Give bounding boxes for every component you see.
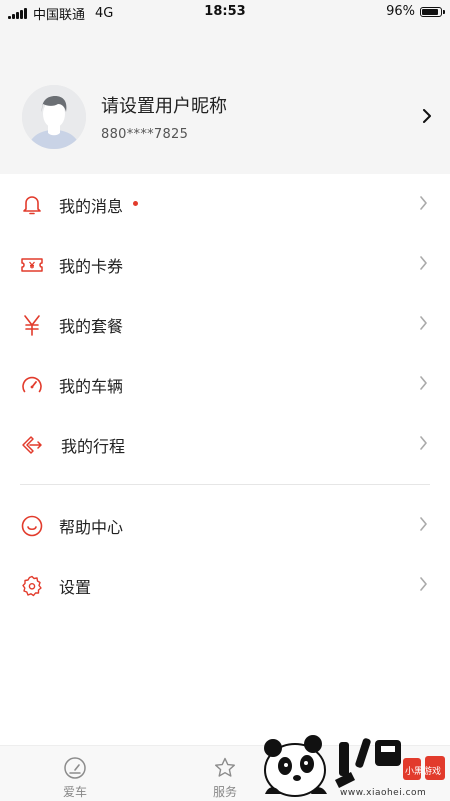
watermark-brand: 小黑游戏 bbox=[405, 765, 441, 777]
route-icon bbox=[22, 436, 42, 454]
smile-icon bbox=[21, 515, 43, 537]
menu-item-label: 我的行程 bbox=[61, 437, 126, 456]
bell-icon bbox=[23, 196, 41, 215]
chevron-right-icon bbox=[420, 316, 427, 330]
battery-icon bbox=[420, 6, 445, 17]
menu-item-vehicles[interactable]: 我的车辆 bbox=[0, 354, 450, 412]
battery-level bbox=[422, 8, 438, 15]
tab-car[interactable]: 爱车 bbox=[30, 746, 120, 801]
chevron-right-icon bbox=[420, 196, 427, 210]
menu-item-plans[interactable]: 我的套餐 bbox=[0, 294, 450, 352]
chevron-right-icon bbox=[420, 256, 427, 270]
status-bar: 中国联通 4G 18:53 96% bbox=[0, 0, 450, 24]
status-right: 96% bbox=[386, 4, 445, 19]
status-time: 18:53 bbox=[204, 4, 246, 19]
chevron-right-icon bbox=[420, 436, 427, 450]
menu-item-label: 我的卡券 bbox=[59, 257, 124, 276]
menu-item-label: 我的车辆 bbox=[59, 377, 124, 396]
section-divider bbox=[20, 484, 430, 485]
chevron-right-icon bbox=[420, 376, 427, 390]
menu-item-label: 设置 bbox=[59, 578, 92, 597]
ticket-icon bbox=[21, 258, 43, 272]
menu-item-settings[interactable]: 设置 bbox=[0, 555, 450, 613]
chevron-right-icon[interactable] bbox=[422, 109, 432, 123]
nickname-label[interactable]: 请设置用户昵称 bbox=[101, 92, 227, 118]
menu-item-messages[interactable]: 我的消息 bbox=[0, 174, 450, 232]
menu-item-coupons[interactable]: 我的卡券 bbox=[0, 234, 450, 292]
tab-label: 爱车 bbox=[62, 785, 87, 799]
menu-item-label: 帮助中心 bbox=[59, 518, 124, 537]
chevron-right-icon bbox=[420, 577, 427, 591]
chevron-right-icon bbox=[420, 517, 427, 531]
watermark-url: www.xiaohei.com bbox=[340, 788, 427, 798]
unread-badge bbox=[133, 201, 138, 206]
speedometer-icon bbox=[22, 376, 42, 393]
menu-item-label: 我的消息 bbox=[59, 197, 124, 216]
menu-item-trips[interactable]: 我的行程 bbox=[0, 414, 450, 472]
star-icon bbox=[215, 757, 235, 777]
gauge-icon bbox=[64, 757, 86, 779]
default-avatar-icon bbox=[22, 85, 86, 149]
phone-number: 880****7825 bbox=[101, 127, 189, 142]
avatar[interactable] bbox=[22, 85, 86, 149]
yen-icon bbox=[24, 315, 40, 336]
gear-icon bbox=[22, 575, 42, 597]
profile-header[interactable]: 请设置用户昵称 880****7825 bbox=[0, 24, 450, 174]
menu-item-help-center[interactable]: 帮助中心 bbox=[0, 495, 450, 553]
menu-item-label: 我的套餐 bbox=[59, 317, 124, 336]
battery-percent: 96% bbox=[386, 4, 415, 19]
